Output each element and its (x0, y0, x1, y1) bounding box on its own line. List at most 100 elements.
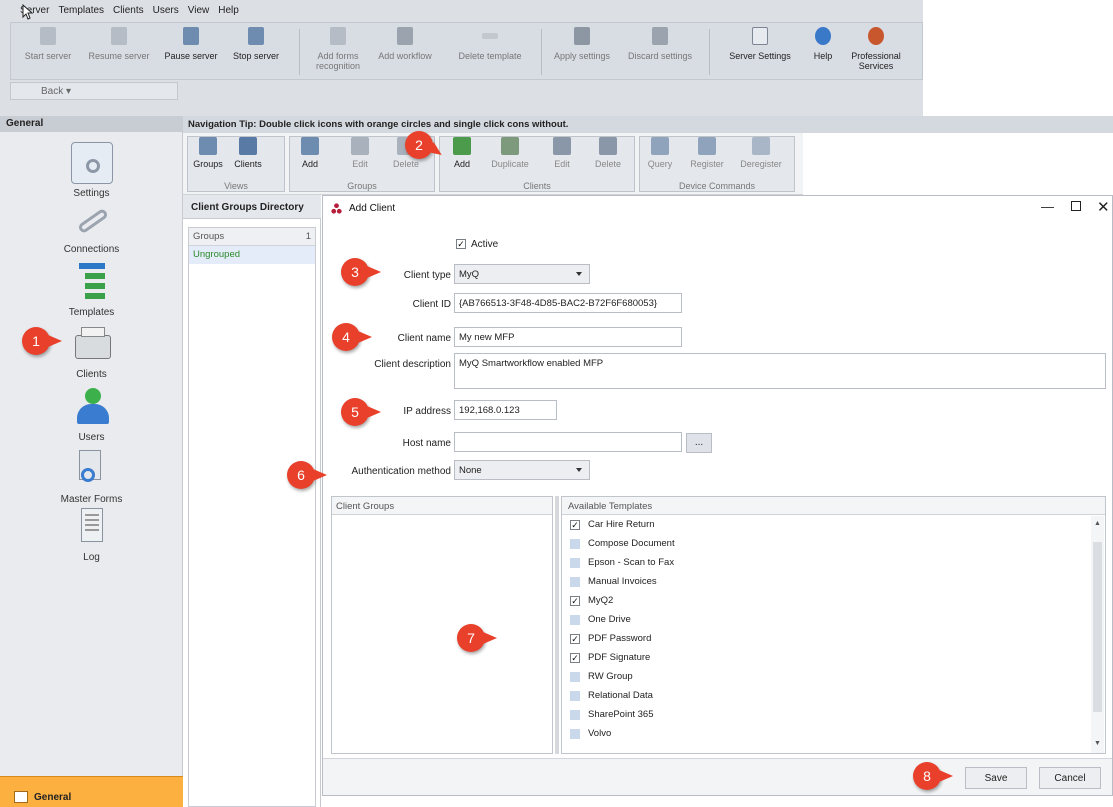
template-row[interactable]: Relational Data (570, 690, 653, 709)
apply-settings-button[interactable]: Apply settings (547, 23, 617, 79)
panel-splitter[interactable] (555, 496, 559, 754)
query-label: Query (647, 159, 673, 169)
authentication-method-select[interactable]: None (454, 460, 590, 480)
resume-server-button[interactable]: Resume server (83, 23, 155, 79)
template-checkbox[interactable] (570, 729, 580, 739)
menu-templates[interactable]: Templates (58, 5, 104, 16)
pause-server-button[interactable]: Pause server (159, 23, 223, 79)
active-checkbox[interactable]: ✓ (456, 239, 466, 249)
client-delete-button[interactable]: Delete (591, 137, 625, 169)
connections-icon (71, 198, 113, 240)
stop-server-button[interactable]: Stop server (225, 23, 287, 79)
template-checkbox[interactable] (570, 577, 580, 587)
nav-item-templates[interactable]: Templates (0, 261, 183, 318)
discard-settings-button[interactable]: Discard settings (621, 23, 699, 79)
ip-address-field[interactable]: 192,168.0.123 (454, 400, 557, 420)
template-checkbox[interactable] (570, 558, 580, 568)
view-clients-button[interactable]: Clients (231, 137, 265, 169)
template-checkbox[interactable] (570, 710, 580, 720)
template-checkbox[interactable]: ✓ (570, 596, 580, 606)
server-settings-button[interactable]: Server Settings (715, 23, 805, 79)
template-checkbox[interactable] (570, 615, 580, 625)
template-checkbox[interactable] (570, 672, 580, 682)
client-edit-label: Edit (554, 159, 570, 169)
template-checkbox[interactable]: ✓ (570, 634, 580, 644)
browse-host-button[interactable]: ... (686, 433, 712, 453)
clients-group-label: Clients (523, 181, 551, 191)
menu-users[interactable]: Users (153, 5, 179, 16)
nav-item-users[interactable]: Users (0, 386, 183, 443)
maximize-icon[interactable] (1071, 201, 1081, 211)
views-group-label: Views (224, 181, 248, 191)
template-name: Relational Data (588, 690, 653, 701)
scrollbar-thumb[interactable] (1093, 542, 1102, 712)
nav-item-connections[interactable]: Connections (0, 198, 183, 255)
device-register-button[interactable]: Register (687, 137, 727, 169)
scroll-up-icon[interactable]: ▲ (1094, 520, 1101, 527)
template-checkbox[interactable] (570, 691, 580, 701)
template-row[interactable]: Volvo (570, 728, 611, 747)
group-edit-button[interactable]: Edit (343, 137, 377, 169)
dialog-title-bar: Add Client — ✕ (323, 196, 1112, 220)
template-row[interactable]: Manual Invoices (570, 576, 657, 595)
stop-server-icon (248, 27, 264, 45)
template-row[interactable]: Compose Document (570, 538, 675, 557)
client-add-icon (453, 137, 471, 155)
close-icon[interactable]: ✕ (1097, 198, 1110, 216)
chevron-down-icon (576, 272, 582, 276)
host-name-field[interactable] (454, 432, 682, 452)
add-workflow-icon (397, 27, 413, 45)
available-templates-panel: Available Templates ✓ Car Hire Return Comp… (561, 496, 1106, 754)
client-name-field[interactable]: My new MFP (454, 327, 682, 347)
template-name: SharePoint 365 (588, 709, 654, 720)
callout-2: 2 (405, 131, 446, 160)
client-duplicate-button[interactable]: Duplicate (487, 137, 533, 169)
nav-item-master-forms[interactable]: Master Forms (0, 448, 183, 505)
template-checkbox[interactable]: ✓ (570, 653, 580, 663)
template-checkbox[interactable] (570, 539, 580, 549)
save-button[interactable]: Save (965, 767, 1027, 789)
template-checkbox[interactable]: ✓ (570, 520, 580, 530)
group-add-icon (301, 137, 319, 155)
view-groups-button[interactable]: Groups (191, 137, 225, 169)
list-item[interactable]: Ungrouped (189, 246, 315, 264)
device-deregister-button[interactable]: Deregister (735, 137, 787, 169)
callout-5: 5 (341, 398, 381, 426)
start-server-button[interactable]: Start server (15, 23, 81, 79)
device-query-button[interactable]: Query (643, 137, 677, 169)
nav-item-settings[interactable]: Settings (0, 142, 183, 199)
back-button[interactable]: Back ▾ (10, 82, 178, 100)
delete-template-button[interactable]: Delete template (451, 23, 529, 79)
nav-item-log[interactable]: Log (0, 506, 183, 563)
professional-services-button[interactable]: Professional Services (841, 23, 911, 79)
client-edit-button[interactable]: Edit (545, 137, 579, 169)
template-row[interactable]: One Drive (570, 614, 631, 633)
scroll-down-icon[interactable]: ▼ (1094, 740, 1101, 747)
template-row[interactable]: ✓ PDF Signature (570, 652, 650, 671)
template-row[interactable]: Epson - Scan to Fax (570, 557, 674, 576)
group-add-button[interactable]: Add (293, 137, 327, 169)
template-row[interactable]: ✓ PDF Password (570, 633, 651, 652)
template-name: One Drive (588, 614, 631, 625)
groups-icon (199, 137, 217, 155)
add-workflow-button[interactable]: Add workflow (373, 23, 437, 79)
template-row[interactable]: ✓ MyQ2 (570, 595, 613, 614)
menu-clients[interactable]: Clients (113, 5, 144, 16)
add-forms-recognition-button[interactable]: Add forms recognition (307, 23, 369, 79)
general-footer-tab[interactable]: General (0, 776, 183, 807)
template-row[interactable]: ✓ Car Hire Return (570, 519, 655, 538)
minimize-icon[interactable]: — (1041, 199, 1054, 214)
help-label: Help (813, 51, 833, 61)
client-add-button[interactable]: Add (445, 137, 479, 169)
client-type-select[interactable]: MyQ (454, 264, 590, 284)
client-id-field[interactable]: {AB766513-3F48-4D85-BAC2-B72F6F680053} (454, 293, 682, 313)
add-forms-label: Add forms recognition (315, 51, 361, 71)
menu-help[interactable]: Help (218, 5, 239, 16)
template-row[interactable]: RW Group (570, 671, 633, 690)
client-description-field[interactable]: MyQ Smartworkflow enabled MFP (454, 353, 1106, 389)
help-button[interactable]: Help (807, 23, 839, 79)
cancel-button[interactable]: Cancel (1039, 767, 1101, 789)
template-row[interactable]: SharePoint 365 (570, 709, 654, 728)
templates-scrollbar[interactable]: ▲ ▼ (1091, 516, 1104, 753)
menu-view[interactable]: View (188, 5, 210, 16)
